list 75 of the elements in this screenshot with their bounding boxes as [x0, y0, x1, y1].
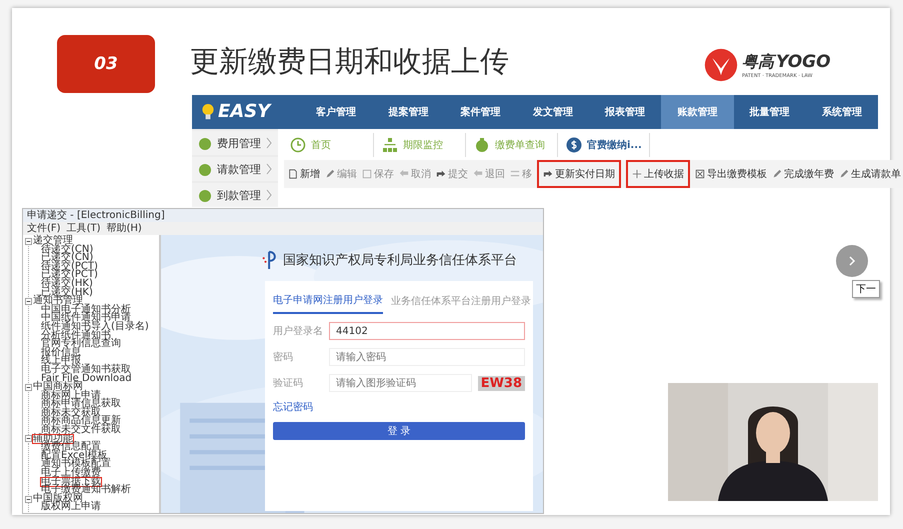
collapse-icon[interactable]	[25, 384, 32, 391]
nav-tab[interactable]: 批量管理	[734, 95, 806, 129]
tree-item[interactable]: 待递交(HK)	[41, 280, 93, 289]
logo-icon	[261, 249, 279, 271]
nav-tab[interactable]: 账款管理	[661, 95, 734, 129]
clock-icon	[290, 137, 306, 153]
menu-item[interactable]: 帮助(H)	[106, 222, 142, 235]
spreadsheet-icon	[695, 169, 705, 179]
tree-item[interactable]: 中国电子通知书分析	[41, 306, 131, 314]
logo-wordmark: YOGO	[776, 52, 831, 72]
section-number: 03	[57, 35, 155, 93]
pencil-icon	[325, 169, 335, 179]
captcha-image: EW38	[478, 376, 525, 390]
hierarchy-icon	[382, 137, 398, 153]
collapse-icon[interactable]	[25, 298, 32, 305]
document-icon	[288, 169, 298, 179]
forgot-password-link[interactable]: 忘记密码	[273, 400, 313, 414]
tree-item[interactable]: 已递交(PCT)	[41, 271, 98, 280]
nav-tab[interactable]: 报表管理	[589, 95, 662, 129]
field-label: 用户登录名	[273, 324, 323, 338]
tree-item[interactable]: 待递交(PCT)	[41, 262, 98, 272]
toolbar-button[interactable]: 新增	[286, 164, 322, 184]
chevron-icon	[266, 137, 272, 149]
tree-item[interactable]: 电子交管通知书获取	[41, 366, 131, 374]
sidebar-item[interactable]: 到款管理	[192, 183, 278, 207]
tree-item[interactable]: 报价信息	[41, 348, 81, 358]
nav-tab[interactable]: 提案管理	[372, 95, 444, 129]
tree-item[interactable]: 版权网上申请	[41, 503, 101, 512]
input-field[interactable]: 请输入图形验证码	[329, 374, 472, 392]
sidebar-item[interactable]: 请款管理	[192, 157, 278, 181]
input-field[interactable]: 44102	[329, 322, 525, 340]
logo-icon	[704, 48, 738, 82]
save-icon	[362, 169, 372, 179]
menu-item[interactable]: 工具(T)	[66, 222, 100, 235]
tree-item[interactable]: 待递交(CN)	[41, 246, 94, 254]
logo-wordmark: 粤高	[742, 52, 774, 72]
swap-arrows-icon	[510, 169, 520, 179]
chevron-icon	[266, 189, 272, 201]
toolbar-button[interactable]: 导出缴费模板	[693, 164, 769, 184]
lightbulb-icon	[200, 102, 216, 122]
toolbar-button[interactable]: 生成请款单	[837, 164, 903, 184]
collapse-icon[interactable]	[25, 496, 32, 503]
nav-tab[interactable]: 客户管理	[300, 95, 372, 129]
pencil-icon	[839, 169, 849, 179]
window-title: 申请递交 - [ElectronicBilling]	[23, 209, 543, 222]
dollar-icon	[566, 137, 582, 153]
input-field[interactable]: 请输入密码	[329, 348, 525, 366]
nav-tab[interactable]: 系统管理	[806, 95, 878, 129]
tree-item[interactable]: 官网专利信息查询	[41, 340, 121, 349]
toolbar-button[interactable]: 上传收据	[628, 162, 688, 186]
toolbar-button[interactable]: 更新实付日期	[539, 162, 619, 186]
tree-item[interactable]: 中国商标网	[33, 383, 83, 392]
tree-item[interactable]: 商标未交文件获取	[41, 426, 121, 435]
tooltip: 下一	[852, 280, 880, 298]
nav-tab[interactable]: 发文管理	[516, 95, 589, 129]
app-logo: EASY	[218, 101, 270, 123]
field-label: 验证码	[273, 377, 304, 390]
login-button[interactable]: 登 录	[273, 422, 525, 440]
collapse-icon[interactable]	[25, 435, 32, 442]
field-label: 密码	[273, 350, 294, 364]
collapse-icon[interactable]	[25, 238, 32, 245]
menu-item[interactable]: 文件(F)	[27, 222, 61, 235]
tree-item[interactable]: 已递交(CN)	[41, 254, 94, 263]
slide-title: 更新缴费日期和收据上传	[190, 43, 509, 80]
login-tab[interactable]: 电子申请网注册用户登录	[273, 291, 383, 314]
tree-item[interactable]: 商标未交获取	[41, 408, 101, 418]
platform-title: 国家知识产权局专利局业务信任体系平台	[283, 252, 517, 269]
sidebar-item[interactable]: 费用管理	[192, 131, 278, 155]
nav-tab[interactable]: 案件管理	[444, 95, 517, 129]
tree-item[interactable]: 分析纸件通知书	[41, 332, 111, 340]
pencil-icon	[772, 169, 782, 179]
toolbar-button[interactable]: 完成缴年费	[770, 164, 836, 184]
next-slide-button[interactable]	[836, 245, 868, 277]
chevron-icon	[266, 163, 272, 175]
tree-item[interactable]: 电子上传缴费	[41, 469, 101, 478]
